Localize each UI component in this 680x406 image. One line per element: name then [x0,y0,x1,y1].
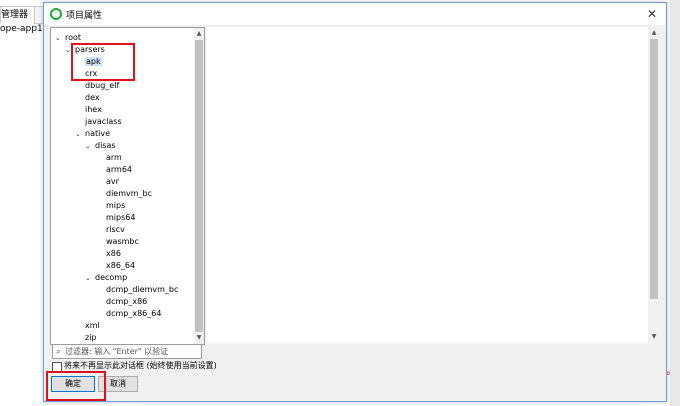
tree-scrollbar-thumb[interactable] [195,40,203,332]
tree-node-label: ihex [85,105,102,114]
tree-node-x86[interactable]: x86 [106,248,121,260]
properties-scrollbar[interactable]: ▲ ▼ [648,27,660,343]
tree-node-label: dex [85,93,100,102]
scroll-up-icon[interactable]: ▲ [648,27,660,39]
tree-node-riscv[interactable]: riscv [106,224,125,236]
tree-node-label: dcmp_x86 [106,297,148,306]
tree-node-ihex[interactable]: ihex [85,104,102,116]
tree-node-mips64[interactable]: mips64 [106,212,135,224]
scroll-down-icon[interactable]: ▼ [648,331,660,343]
tree-scrollbar[interactable]: ▲ ▼ [194,28,204,344]
tree-node-label: dcmp_x86_64 [106,309,162,318]
background-scrollbar [670,0,680,406]
app-icon [50,8,62,20]
project-properties-dialog: 项目属性 ✕ ⌄ root ⌄ parsers apk crx dbug_elf d… [43,2,667,402]
tree-node-dbug-elf[interactable]: dbug_elf [85,80,119,92]
tree-node-label: riscv [106,225,125,234]
chevron-down-icon[interactable]: ⌄ [85,140,95,152]
tree-node-label: root [65,33,82,42]
tree-node-dcmp-diemvm-bc[interactable]: dcmp_diemvm_bc [106,284,178,296]
tree-node-javaclass[interactable]: javaclass [85,116,122,128]
annotation-highlight-ok [46,371,106,401]
tree-node-native[interactable]: ⌄ native [75,128,110,140]
tree-node-label: x86 [106,249,121,258]
tree-node-mips[interactable]: mips [106,200,125,212]
tree-node-label: native [85,129,110,138]
chevron-down-icon[interactable]: ⌄ [85,272,95,284]
scroll-up-icon[interactable]: ▲ [194,28,204,40]
tree-node-label: diemvm_bc [106,189,153,198]
tree-node-decomp[interactable]: ⌄ decomp [85,272,127,284]
tree-node-xml[interactable]: xml [85,320,100,332]
filter-icon: ⌕ [56,347,61,356]
tree-node-arm[interactable]: arm [106,152,122,164]
tree-node-label: decomp [95,273,128,282]
tree-node-x86-64[interactable]: x86_64 [106,260,135,272]
background-file-item[interactable]: ope-app1.ap [0,24,44,34]
tree-node-dex[interactable]: dex [85,92,100,104]
tree-node-label: disas [95,141,116,150]
tree-node-label: zip [85,333,97,342]
tree-node-arm64[interactable]: arm64 [106,164,132,176]
tree-node-avr[interactable]: avr [106,176,119,188]
chevron-down-icon[interactable]: ⌄ [55,32,65,44]
tree-node-dcmp-x86[interactable]: dcmp_x86 [106,296,147,308]
dont-show-again-label[interactable]: 将来不再显示此对话框 (始终使用当前设置) [64,360,217,371]
tree-node-dcmp-x86-64[interactable]: dcmp_x86_64 [106,308,161,320]
properties-scrollbar-thumb[interactable] [650,39,658,299]
tree-node-label: dcmp_diemvm_bc [106,285,179,294]
tree-node-label: mips64 [106,213,136,222]
tree-node-label: javaclass [85,117,122,126]
annotation-highlight-parsers [71,43,135,81]
properties-panel[interactable] [206,27,660,343]
chevron-down-icon[interactable]: ⌄ [75,128,85,140]
tree-node-diemvm-bc[interactable]: diemvm_bc [106,188,152,200]
tree-node-wasmbc[interactable]: wasmbc [106,236,139,248]
tree-node-label: xml [85,321,100,330]
tree-node-disas[interactable]: ⌄ disas [85,140,116,152]
tree-node-label: wasmbc [106,237,139,246]
dialog-title: 项目属性 [66,11,103,21]
tree-node-label: mips [106,201,126,210]
tree-node-label: x86_64 [106,261,136,270]
filter-placeholder: 过滤器: 输入 "Enter" 以验证 [65,347,169,356]
close-icon[interactable]: ✕ [644,6,660,22]
tree-node-label: avr [106,177,119,186]
dialog-titlebar[interactable]: 项目属性 ✕ [44,3,666,25]
tree-node-label: dbug_elf [85,81,120,90]
scroll-down-icon[interactable]: ▼ [194,332,204,344]
tree-node-zip[interactable]: zip [85,332,97,344]
tree-node-label: arm [106,153,122,162]
background-tab[interactable]: 管理器 [0,6,36,23]
filter-input[interactable]: ⌕ 过滤器: 输入 "Enter" 以验证 [52,344,202,359]
tree-node-label: arm64 [106,165,133,174]
